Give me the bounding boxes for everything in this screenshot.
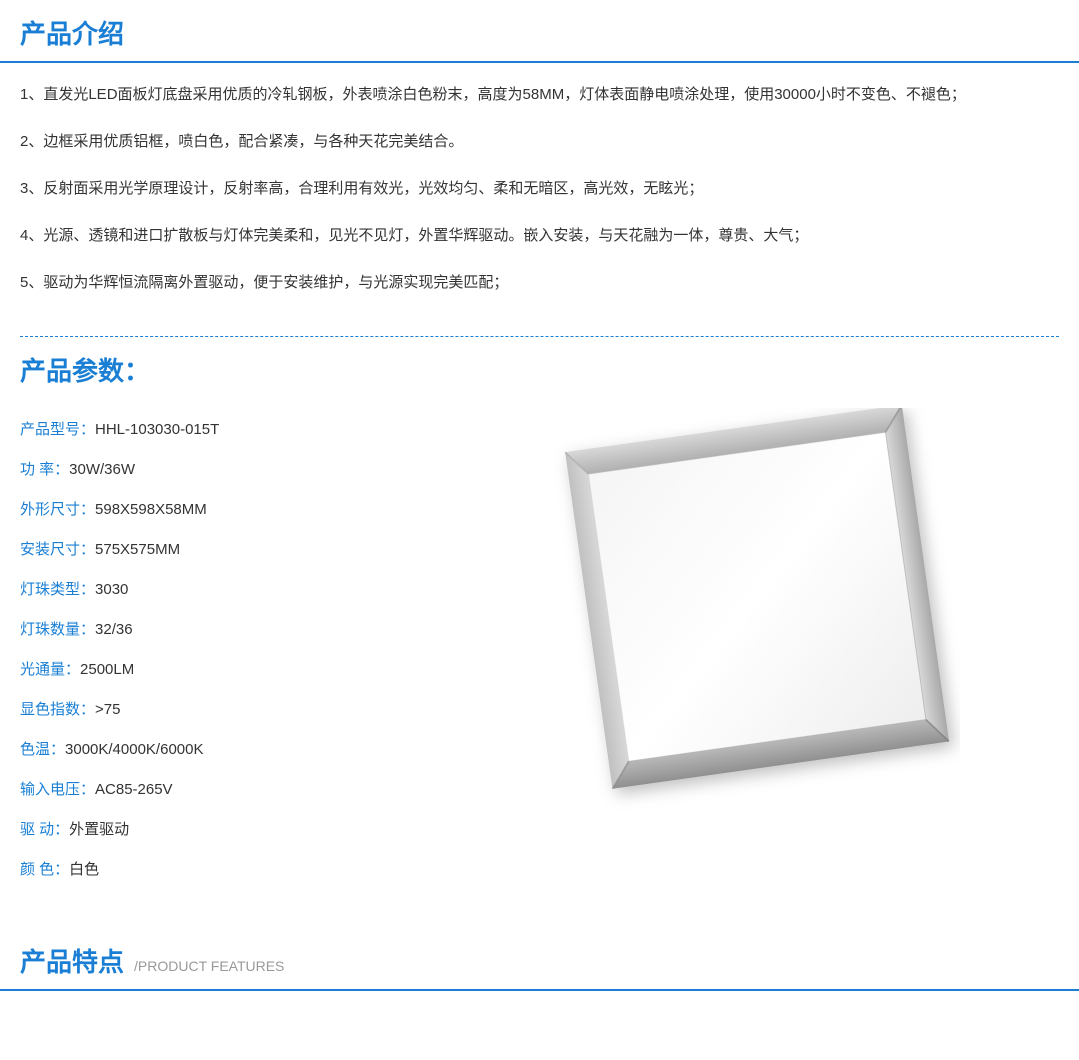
features-title: 产品特点 /PRODUCT FEATURES (0, 928, 1079, 991)
param-item-11: 颜 色：白色 (20, 858, 440, 882)
features-subtitle: /PRODUCT FEATURES (134, 958, 284, 974)
intro-point-4: 4、光源、透镜和进口扩散板与灯体完美柔和，见光不见灯，外置华辉驱动。嵌入安装，与… (20, 222, 1059, 249)
param-item-3: 安装尺寸：575X575MM (20, 538, 440, 562)
param-label-10: 驱 动： (20, 821, 69, 838)
param-value-9: AC85-265V (95, 781, 173, 798)
param-item-6: 光通量：2500LM (20, 658, 440, 682)
intro-heading: 产品介绍 (20, 14, 1059, 51)
intro-title: 产品介绍 (0, 0, 1079, 63)
params-list: 产品型号：HHL-103030-015T 功 率：30W/36W 外形尺寸：598X… (20, 408, 440, 898)
param-label-8: 色温： (20, 741, 65, 758)
param-item-1: 功 率：30W/36W (20, 458, 440, 482)
intro-point-3: 3、反射面采用光学原理设计，反射率高，合理利用有效光，光效均匀、柔和无暗区，高光… (20, 175, 1059, 202)
features-section: 产品特点 /PRODUCT FEATURES (0, 928, 1079, 991)
param-value-3: 575X575MM (95, 541, 180, 558)
intro-point-2: 2、边框采用优质铝框，喷白色，配合紧凑，与各种天花完美结合。 (20, 128, 1059, 155)
param-item-10: 驱 动：外置驱动 (20, 818, 440, 842)
param-label-1: 功 率： (20, 461, 69, 478)
param-value-1: 30W/36W (69, 461, 135, 478)
param-value-4: 3030 (95, 581, 128, 598)
intro-section: 产品介绍 1、直发光LED面板灯底盘采用优质的冷轧钢板，外表喷涂白色粉末，高度为… (0, 0, 1079, 337)
param-value-6: 2500LM (80, 661, 134, 678)
param-item-7: 显色指数：>75 (20, 698, 440, 722)
param-item-2: 外形尺寸：598X598X58MM (20, 498, 440, 522)
param-value-5: 32/36 (95, 621, 133, 638)
param-item-5: 灯珠数量：32/36 (20, 618, 440, 642)
param-label-3: 安装尺寸： (20, 541, 95, 558)
param-label-4: 灯珠类型： (20, 581, 95, 598)
param-value-7: >75 (95, 701, 120, 718)
param-value-8: 3000K/4000K/6000K (65, 741, 203, 758)
param-item-4: 灯珠类型：3030 (20, 578, 440, 602)
params-body: 产品型号：HHL-103030-015T 功 率：30W/36W 外形尺寸：598X… (0, 398, 1079, 918)
param-item-8: 色温：3000K/4000K/6000K (20, 738, 440, 762)
param-value-11: 白色 (69, 861, 99, 878)
param-item-9: 输入电压：AC85-265V (20, 778, 440, 802)
param-label-2: 外形尺寸： (20, 501, 95, 518)
param-value-10: 外置驱动 (69, 821, 129, 838)
param-label-6: 光通量： (20, 661, 80, 678)
product-image-area (440, 408, 1059, 828)
param-label-7: 显色指数： (20, 701, 95, 718)
params-title: 产品参数： (0, 337, 1079, 398)
product-image (540, 408, 960, 828)
intro-point-5: 5、驱动为华辉恒流隔离外置驱动，便于安装维护，与光源实现完美匹配； (20, 269, 1059, 296)
intro-point-1: 1、直发光LED面板灯底盘采用优质的冷轧钢板，外表喷涂白色粉末，高度为58MM，… (20, 81, 1059, 108)
param-label-0: 产品型号： (20, 421, 95, 438)
intro-content: 1、直发光LED面板灯底盘采用优质的冷轧钢板，外表喷涂白色粉末，高度为58MM，… (0, 63, 1079, 326)
param-value-0: HHL-103030-015T (95, 421, 219, 438)
param-label-9: 输入电压： (20, 781, 95, 798)
param-value-2: 598X598X58MM (95, 501, 207, 518)
param-item-0: 产品型号：HHL-103030-015T (20, 418, 440, 442)
param-label-11: 颜 色： (20, 861, 69, 878)
params-heading: 产品参数： (20, 351, 1059, 388)
param-label-5: 灯珠数量： (20, 621, 95, 638)
params-section: 产品参数： 产品型号：HHL-103030-015T 功 率：30W/36W 外形尺… (0, 337, 1079, 918)
features-heading: 产品特点 (20, 942, 124, 979)
